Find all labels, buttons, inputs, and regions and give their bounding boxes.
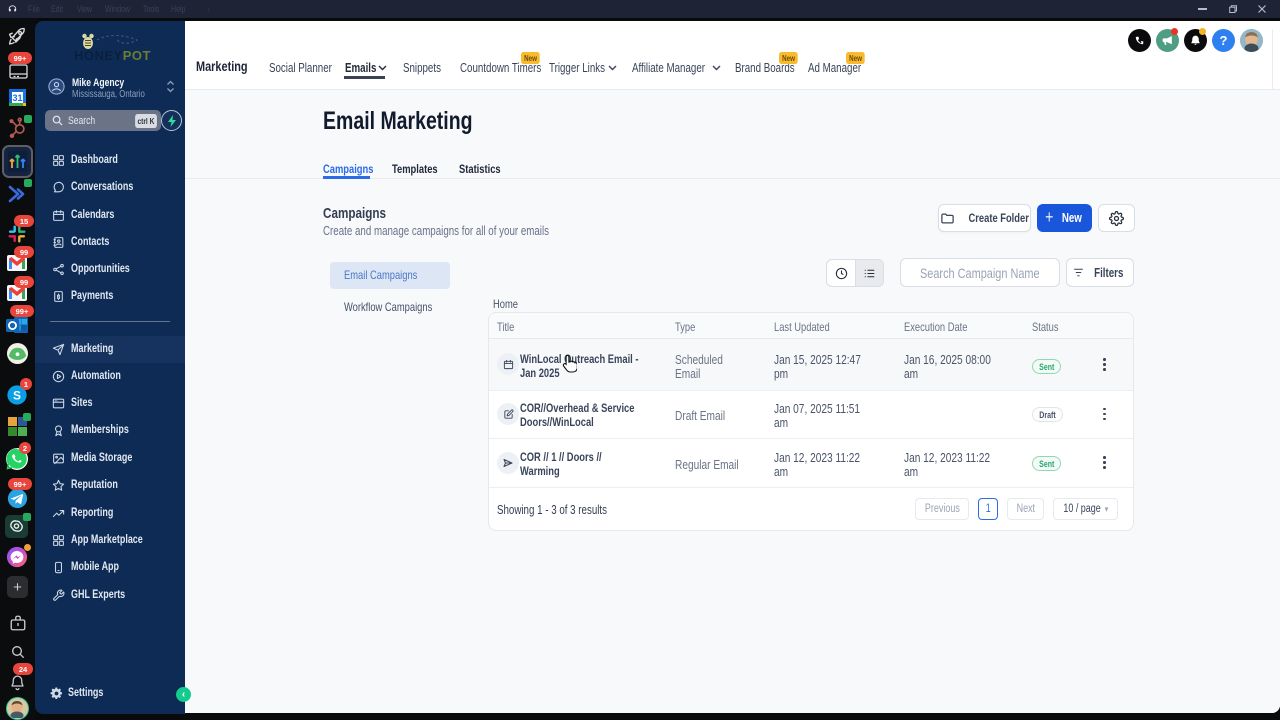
svg-text:31: 31 [12, 93, 22, 103]
svg-text:S: S [13, 389, 21, 403]
